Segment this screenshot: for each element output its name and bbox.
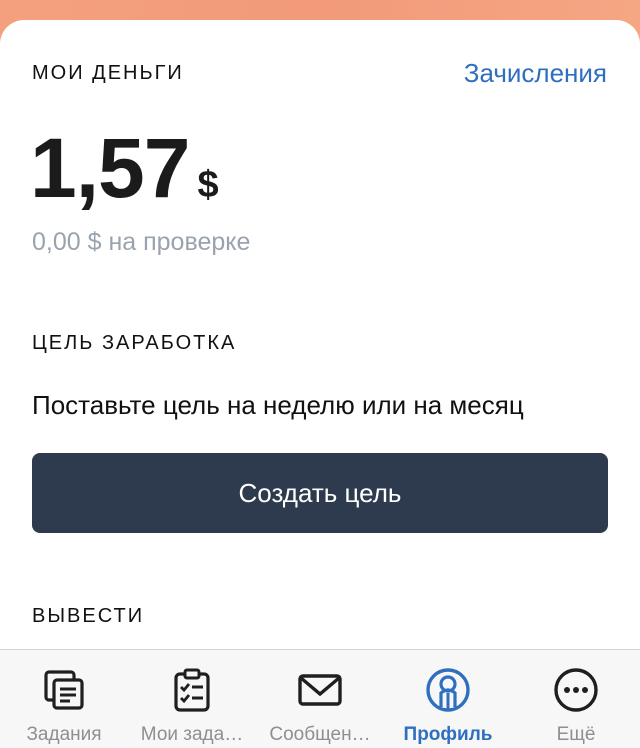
tasks-icon (40, 666, 88, 714)
tab-more[interactable]: Ещё (512, 650, 640, 748)
goal-description: Поставьте цель на неделю или на месяц (32, 390, 524, 420)
tab-tasks[interactable]: Задания (0, 650, 128, 748)
my-money-title: МОИ ДЕНЬГИ (32, 62, 184, 84)
pending-amount: 0,00 $ на проверке (32, 228, 251, 256)
create-goal-button[interactable]: Создать цель (32, 453, 608, 533)
tab-messages-label: Сообщен… (269, 724, 371, 745)
earning-goal-title: ЦЕЛЬ ЗАРАБОТКА (32, 332, 237, 354)
clipboard-checklist-icon (168, 666, 216, 714)
more-icon (552, 666, 600, 714)
tab-bar: Задания Мои зада… Сообщен… Профиль Ещё (0, 649, 640, 748)
balance-currency: $ (197, 164, 219, 206)
tab-my-tasks-label: Мои зада… (140, 724, 244, 745)
mail-icon (296, 666, 344, 714)
balance-amount: 1,57 (30, 121, 190, 215)
balance: 1,57 $ (30, 120, 219, 217)
tab-profile-label: Профиль (403, 724, 493, 745)
screen: МОИ ДЕНЬГИ Зачисления 1,57 $ 0,00 $ на п… (0, 0, 640, 748)
tab-tasks-label: Задания (26, 724, 102, 745)
withdraw-title: ВЫВЕСТИ (32, 605, 145, 627)
tab-profile[interactable]: Профиль (384, 650, 512, 748)
tab-my-tasks[interactable]: Мои зада… (128, 650, 256, 748)
money-card: МОИ ДЕНЬГИ Зачисления 1,57 $ 0,00 $ на п… (0, 20, 640, 748)
tab-more-label: Ещё (556, 724, 596, 745)
profile-icon (424, 666, 472, 714)
accruals-link[interactable]: Зачисления (464, 58, 607, 89)
tab-messages[interactable]: Сообщен… (256, 650, 384, 748)
